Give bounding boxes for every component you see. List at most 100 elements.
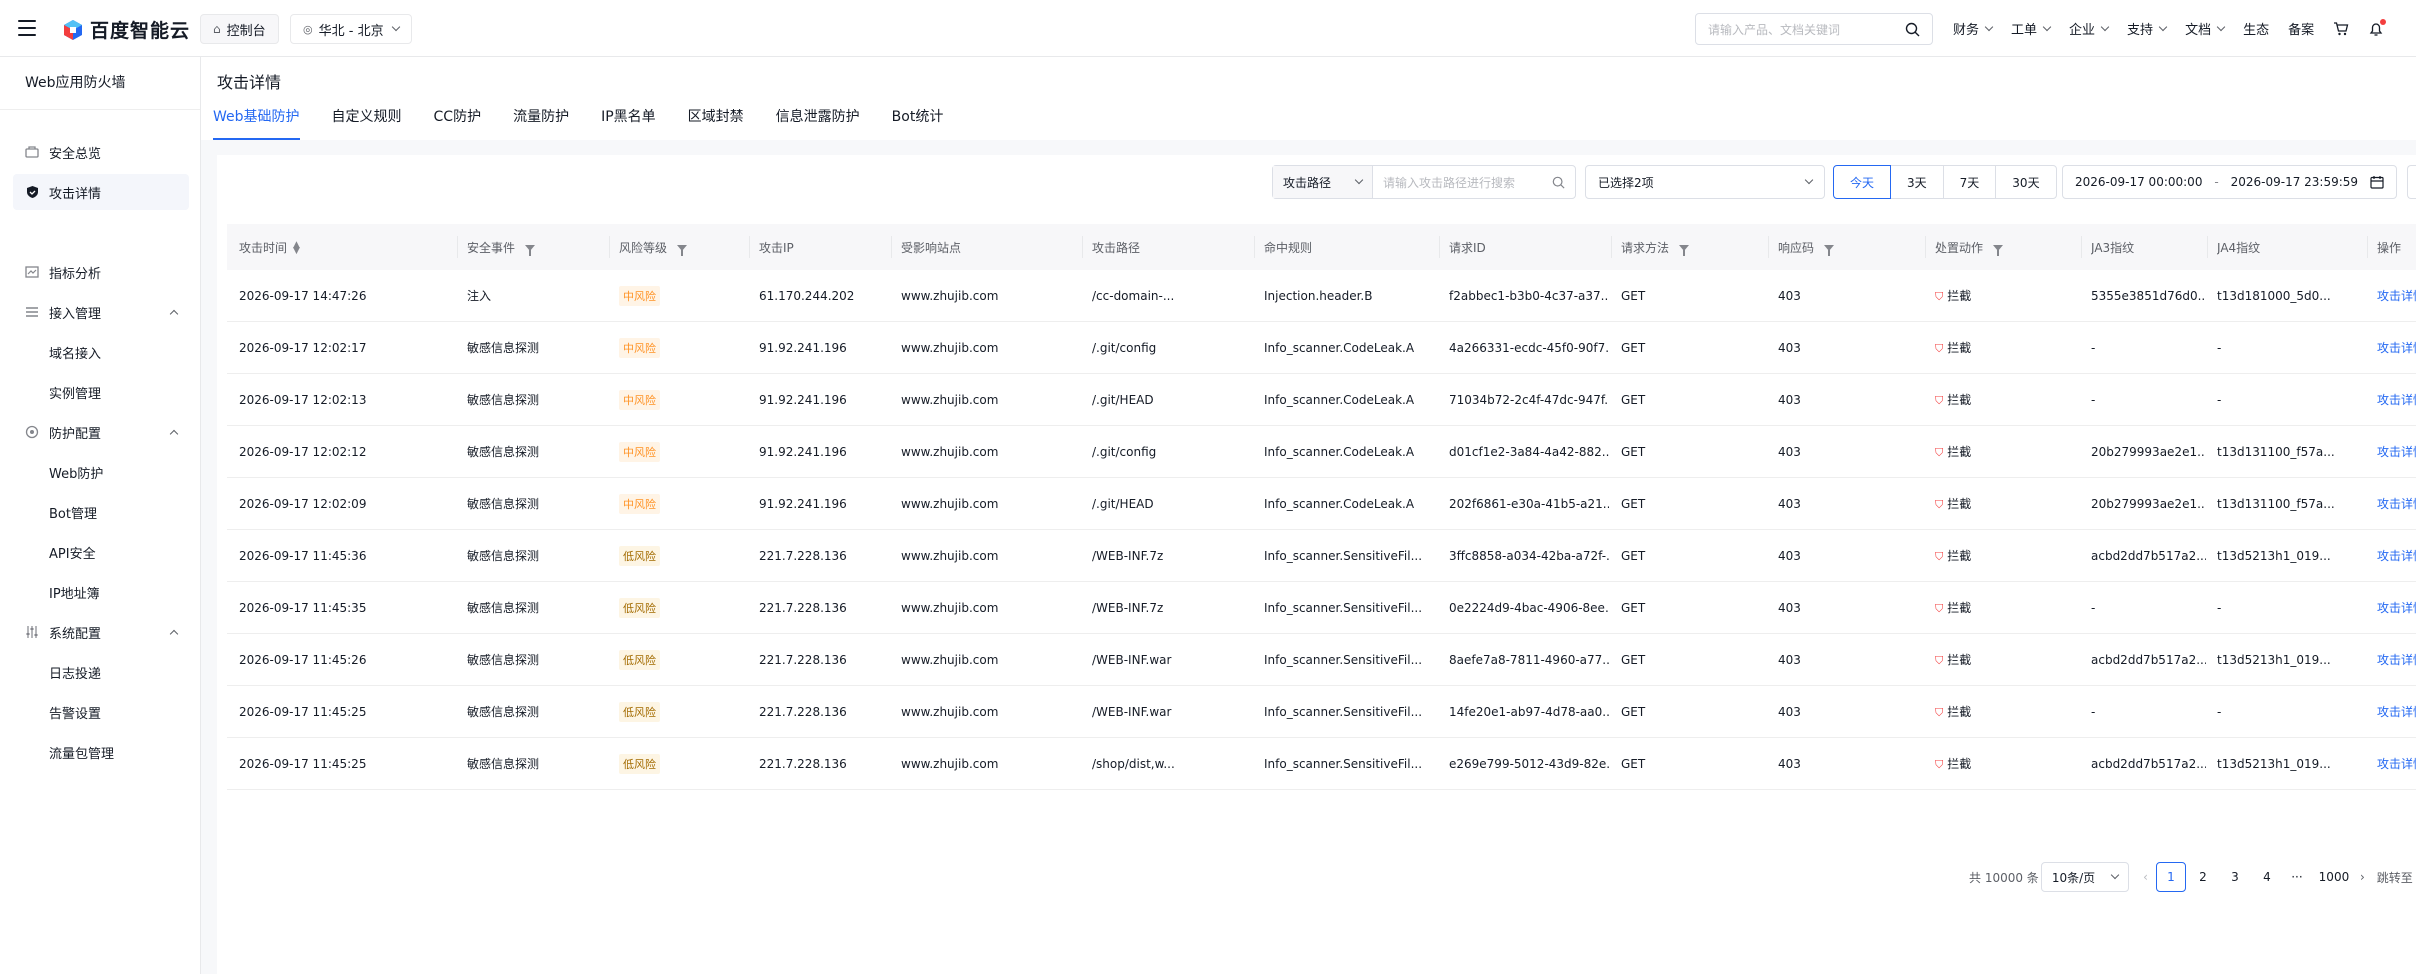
filter-icon[interactable] bbox=[525, 245, 536, 256]
refresh-button[interactable] bbox=[2407, 165, 2416, 199]
cell-operation[interactable]: 攻击详情 bbox=[2377, 755, 2416, 772]
cell-operation[interactable]: 攻击详情 bbox=[2377, 391, 2416, 408]
page-3[interactable]: 3 bbox=[2220, 862, 2250, 892]
tab-custom-rules[interactable]: 自定义规则 bbox=[332, 107, 402, 140]
tab-bot-stats[interactable]: Bot统计 bbox=[892, 107, 944, 140]
cell-ja4: t13d181000_5d0... bbox=[2217, 289, 2337, 303]
tab-region-block[interactable]: 区域封禁 bbox=[688, 107, 744, 140]
attack-ip-value: 91.92.241.196 bbox=[759, 444, 847, 459]
nav-finance[interactable]: 财务 bbox=[1953, 19, 1994, 38]
sidebar-item-api-security[interactable]: API安全 bbox=[13, 534, 189, 570]
sidebar-item-metrics[interactable]: 指标分析 bbox=[13, 254, 189, 290]
nav-ticket[interactable]: 工单 bbox=[2011, 19, 2052, 38]
page-last[interactable]: 1000 bbox=[2312, 862, 2356, 892]
attack-details-link[interactable]: 攻击详情 bbox=[2377, 393, 2416, 407]
cell-operation[interactable]: 攻击详情 bbox=[2377, 495, 2416, 512]
global-search-input[interactable]: 请输入产品、文档关键词 bbox=[1695, 13, 1933, 45]
cell-operation[interactable]: 攻击详情 bbox=[2377, 651, 2416, 668]
date-range-picker[interactable]: 2026-09-17 00:00:00 - 2026-09-17 23:59:5… bbox=[2062, 165, 2397, 199]
filter-icon[interactable] bbox=[1679, 245, 1690, 256]
tab-web-basic[interactable]: Web基础防护 bbox=[213, 107, 300, 140]
cell-operation[interactable]: 攻击详情 bbox=[2377, 599, 2416, 616]
tab-ip-blacklist[interactable]: IP黑名单 bbox=[601, 107, 656, 140]
sidebar-item-attack-details[interactable]: 攻击详情 bbox=[13, 174, 189, 210]
sidebar-item-overview[interactable]: 安全总览 bbox=[13, 134, 189, 170]
nav-enterprise[interactable]: 企业 bbox=[2069, 19, 2110, 38]
security-event-value: 敏感信息探测 bbox=[467, 393, 540, 407]
page-2[interactable]: 2 bbox=[2188, 862, 2218, 892]
sort-icon[interactable]: ▲ ▼ bbox=[293, 241, 300, 256]
tab-cc[interactable]: CC防护 bbox=[434, 107, 482, 140]
filter-icon[interactable] bbox=[677, 245, 688, 256]
tab-info-leak[interactable]: 信息泄露防护 bbox=[776, 107, 860, 140]
attack-details-link[interactable]: 攻击详情 bbox=[2377, 653, 2416, 667]
chevron-up-icon bbox=[169, 309, 179, 319]
cart-icon[interactable] bbox=[2333, 21, 2349, 37]
cell-attack-time: 2026-09-17 11:45:35 bbox=[239, 601, 439, 615]
brand-logo[interactable]: 百度智能云 bbox=[62, 16, 190, 43]
range-30d[interactable]: 30天 bbox=[1995, 165, 2057, 199]
prev-page-icon[interactable]: ‹ bbox=[2143, 870, 2148, 884]
page-1[interactable]: 1 bbox=[2155, 862, 2186, 892]
sidebar-item-ip-book[interactable]: IP地址簿 bbox=[13, 574, 189, 610]
cell-request-id: 202f6861-e30a-41b5-a21... bbox=[1449, 497, 1609, 511]
sidebar-group-protection[interactable]: 防护配置 bbox=[13, 414, 189, 450]
path-search-input[interactable]: 请输入攻击路径进行搜索 bbox=[1373, 174, 1575, 191]
request-id-value: 0e2224d9-4bac-4906-8ee... bbox=[1449, 600, 1609, 615]
event-multi-select[interactable]: 已选择2项 bbox=[1585, 165, 1825, 199]
sidebar-item-traffic-package[interactable]: 流量包管理 bbox=[13, 734, 189, 770]
sidebar-group-system[interactable]: 系统配置 bbox=[13, 614, 189, 650]
divider bbox=[0, 109, 200, 110]
attack-path-value: /.git/config bbox=[1092, 444, 1157, 459]
attack-details-link[interactable]: 攻击详情 bbox=[2377, 601, 2416, 615]
range-7d[interactable]: 7天 bbox=[1942, 165, 1997, 199]
sidebar-item-web-protection[interactable]: Web防护 bbox=[13, 454, 189, 490]
filter-icon[interactable] bbox=[1993, 245, 2004, 256]
attack-details-link[interactable]: 攻击详情 bbox=[2377, 445, 2416, 459]
region-select[interactable]: ◎ 华北 - 北京 bbox=[290, 14, 412, 44]
tab-traffic[interactable]: 流量防护 bbox=[513, 107, 569, 140]
filter-icon[interactable] bbox=[1824, 245, 1835, 256]
attack-details-link[interactable]: 攻击详情 bbox=[2377, 757, 2416, 771]
sidebar-item-bot-management[interactable]: Bot管理 bbox=[13, 494, 189, 530]
cell-operation[interactable]: 攻击详情 bbox=[2377, 547, 2416, 564]
bell-icon[interactable] bbox=[2368, 18, 2387, 37]
menu-icon[interactable] bbox=[18, 20, 36, 36]
next-page-icon[interactable]: › bbox=[2360, 870, 2365, 884]
method-value: GET bbox=[1621, 340, 1646, 355]
page-size-select[interactable]: 10条/页 bbox=[2040, 862, 2130, 892]
nav-filing[interactable]: 备案 bbox=[2288, 19, 2314, 38]
cell-hit-rule: Info_scanner.SensitiveFil... bbox=[1264, 705, 1439, 719]
console-button[interactable]: ⌂ 控制台 bbox=[200, 14, 279, 44]
cell-operation[interactable]: 攻击详情 bbox=[2377, 443, 2416, 460]
page-ellipsis[interactable]: ··· bbox=[2282, 862, 2312, 892]
page-4[interactable]: 4 bbox=[2252, 862, 2282, 892]
search-icon[interactable] bbox=[1905, 22, 1920, 37]
sidebar-item-instances[interactable]: 实例管理 bbox=[13, 374, 189, 410]
cell-method: GET bbox=[1621, 445, 1731, 459]
range-today[interactable]: 今天 bbox=[1833, 165, 1892, 199]
tab-bar: Web基础防护 自定义规则 CC防护 流量防护 IP黑名单 区域封禁 信息泄露防… bbox=[213, 107, 975, 140]
nav-ecosystem[interactable]: 生态 bbox=[2243, 19, 2269, 38]
attack-details-link[interactable]: 攻击详情 bbox=[2377, 497, 2416, 511]
sidebar-group-access[interactable]: 接入管理 bbox=[13, 294, 189, 330]
sidebar: Web应用防火墙 安全总览 攻击详情 指标分析 接入管理 域名接入 实例管理 防… bbox=[0, 57, 201, 974]
search-icon[interactable] bbox=[1552, 176, 1565, 189]
nav-support[interactable]: 支持 bbox=[2127, 19, 2168, 38]
range-3d[interactable]: 3天 bbox=[1890, 165, 1944, 199]
cell-operation[interactable]: 攻击详情 bbox=[2377, 287, 2416, 304]
sidebar-item-alert-settings[interactable]: 告警设置 bbox=[13, 694, 189, 730]
cell-operation[interactable]: 攻击详情 bbox=[2377, 703, 2416, 720]
sidebar-item-domain-access[interactable]: 域名接入 bbox=[13, 334, 189, 370]
attack-details-link[interactable]: 攻击详情 bbox=[2377, 549, 2416, 563]
attack-details-link[interactable]: 攻击详情 bbox=[2377, 341, 2416, 355]
field-select[interactable]: 攻击路径 bbox=[1273, 166, 1373, 198]
sidebar-item-log-delivery[interactable]: 日志投递 bbox=[13, 654, 189, 690]
cell-operation[interactable]: 攻击详情 bbox=[2377, 339, 2416, 356]
hit-rule-value: Info_scanner.SensitiveFil... bbox=[1264, 600, 1423, 615]
attack-time-value: 2026-09-17 14:47:26 bbox=[239, 288, 367, 303]
attack-details-link[interactable]: 攻击详情 bbox=[2377, 289, 2416, 303]
nav-docs[interactable]: 文档 bbox=[2185, 19, 2226, 38]
cell-attack-path: /WEB-INF.war bbox=[1092, 705, 1242, 719]
attack-details-link[interactable]: 攻击详情 bbox=[2377, 705, 2416, 719]
